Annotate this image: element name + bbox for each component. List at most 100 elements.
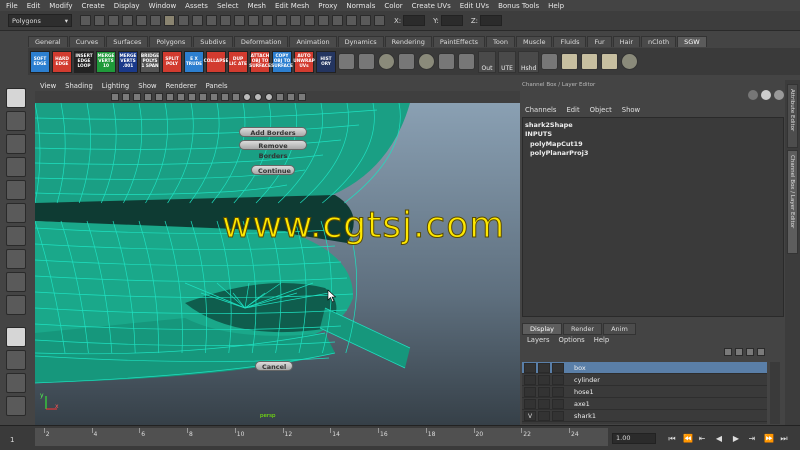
viewport-menu-show[interactable]: Show <box>138 82 156 90</box>
shelf-tab-curves[interactable]: Curves <box>68 36 106 47</box>
shelf-tab-general[interactable]: General <box>28 36 68 47</box>
render-settings-icon[interactable] <box>346 15 357 26</box>
shelf-tool-icon[interactable] <box>338 53 355 70</box>
new-scene-icon[interactable] <box>80 15 91 26</box>
go-to-start-icon[interactable]: ⏮ <box>668 434 676 443</box>
layer-list-scrollbar[interactable] <box>770 362 780 424</box>
shelf-button[interactable]: MERGE VERTS .001 <box>118 50 138 73</box>
menu-item-mesh[interactable]: Mesh <box>248 2 266 10</box>
shelf-button[interactable]: COPY OBJ TO SURFACE <box>271 50 293 73</box>
menu-item-window[interactable]: Window <box>149 2 177 10</box>
shelf-tab-animation[interactable]: Animation <box>289 36 337 47</box>
shelf-button[interactable]: AUTO UNWRAP UVs <box>293 50 315 73</box>
shelf-button[interactable]: DUP LIC ATE <box>228 50 248 73</box>
soft-mod-tool-icon[interactable] <box>6 249 26 269</box>
new-layer-from-selection-icon[interactable] <box>746 348 754 356</box>
input-node[interactable]: polyPlanarProj3 <box>530 149 588 157</box>
layer-visibility-toggle[interactable]: V <box>524 410 536 421</box>
move-tool-icon[interactable] <box>6 157 26 177</box>
shelf-tool-icon[interactable] <box>358 53 375 70</box>
menu-item-select[interactable]: Select <box>217 2 239 10</box>
lasso-tool-icon[interactable] <box>6 111 26 131</box>
menu-item-bonus-tools[interactable]: Bonus Tools <box>498 2 539 10</box>
shelf-button[interactable]: INSERT EDGE LOOP <box>74 50 94 73</box>
resolution-gate-icon[interactable] <box>166 93 174 101</box>
render-view-icon[interactable] <box>304 15 315 26</box>
select-by-uv-icon[interactable] <box>206 15 217 26</box>
new-layer-icon[interactable] <box>735 348 743 356</box>
xray-icon[interactable] <box>276 93 284 101</box>
snap-plane-icon[interactable] <box>276 15 287 26</box>
layer-display-type-toggle[interactable] <box>538 410 550 421</box>
shelf-button[interactable]: BRIDGE POLYS 1 SPAN <box>140 50 160 73</box>
attribute-editor-tab[interactable]: Attribute Editor <box>787 84 798 148</box>
isolate-select-icon[interactable] <box>287 93 295 101</box>
channel-menu-object[interactable]: Object <box>590 106 612 114</box>
shelf-tab-dynamics[interactable]: Dynamics <box>337 36 384 47</box>
cancel-button[interactable]: Cancel <box>255 361 293 371</box>
last-tool-icon[interactable] <box>6 295 26 315</box>
x-field[interactable] <box>403 15 426 26</box>
manipulator-tool-icon[interactable] <box>6 226 26 246</box>
input-line-icon[interactable] <box>360 15 371 26</box>
snap-curve-icon[interactable] <box>248 15 259 26</box>
shelf-tool-icon[interactable] <box>418 53 435 70</box>
layer-menu-help[interactable]: Help <box>594 336 610 344</box>
textured-icon[interactable] <box>232 93 240 101</box>
layer-display-type-toggle[interactable] <box>538 398 550 409</box>
single-pane-layout-icon[interactable] <box>6 327 26 347</box>
viewport-menu-shading[interactable]: Shading <box>65 82 93 90</box>
channel-menu-show[interactable]: Show <box>622 106 640 114</box>
input-node[interactable]: polyMapCut19 <box>530 140 583 148</box>
shelf-button[interactable]: MERGE VERTS 10 <box>96 50 116 73</box>
layer-tab-render[interactable]: Render <box>562 323 603 335</box>
shelf-button[interactable]: E X TRUDE <box>184 50 204 73</box>
layer-display-type-toggle[interactable] <box>538 362 550 373</box>
all-lights-icon[interactable] <box>254 93 262 101</box>
delete-layer-icon[interactable] <box>757 348 765 356</box>
menu-item-assets[interactable]: Assets <box>185 2 208 10</box>
shelf-tab-fluids[interactable]: Fluids <box>553 36 587 47</box>
continue-button[interactable]: Continue <box>251 165 295 175</box>
ipr-render-icon[interactable] <box>332 15 343 26</box>
step-back-key-icon[interactable]: ⇤ <box>698 434 706 443</box>
shelf-text-button[interactable]: Out <box>478 50 496 73</box>
shelf-button[interactable]: SOFT EDGE <box>30 50 50 73</box>
panel-option-icon[interactable] <box>748 90 758 100</box>
menu-item-help[interactable]: Help <box>548 2 564 10</box>
shelf-tab-subdivs[interactable]: Subdivs <box>193 36 233 47</box>
open-scene-icon[interactable] <box>94 15 105 26</box>
select-by-face-icon[interactable] <box>192 15 203 26</box>
panel-close-icon[interactable] <box>774 90 784 100</box>
shelf-tab-polygons[interactable]: Polygons <box>149 36 193 47</box>
remove-borders-button[interactable]: Remove Borders <box>239 140 307 160</box>
viewport-menu-renderer[interactable]: Renderer <box>166 82 197 90</box>
shelf-button[interactable]: HARD EDGE <box>52 50 72 73</box>
shadows-icon[interactable] <box>265 93 273 101</box>
paint-select-tool-icon[interactable] <box>6 134 26 154</box>
camera-attributes-icon[interactable] <box>111 93 119 101</box>
layer-visibility-toggle[interactable] <box>524 386 536 397</box>
viewport-menu-view[interactable]: View <box>40 82 56 90</box>
step-back-icon[interactable]: ⏪ <box>683 434 693 443</box>
menu-item-create-uvs[interactable]: Create UVs <box>412 2 451 10</box>
current-time-field[interactable]: 1.00 <box>612 433 656 444</box>
lock-selection-icon[interactable] <box>220 15 231 26</box>
viewport-menu-panels[interactable]: Panels <box>206 82 228 90</box>
shelf-tab-painteffects[interactable]: PaintEffects <box>432 36 486 47</box>
scale-tool-icon[interactable] <box>6 203 26 223</box>
shelf-text-button[interactable]: UTE <box>498 50 516 73</box>
shelf-tool-icon[interactable] <box>581 53 599 70</box>
play-forwards-icon[interactable]: ▶ <box>732 434 740 443</box>
play-backwards-icon[interactable]: ◀ <box>715 434 723 443</box>
shelf-tab-sgw[interactable]: SGW <box>677 36 707 47</box>
layer-tab-display[interactable]: Display <box>522 323 562 335</box>
viewport-menu-lighting[interactable]: Lighting <box>102 82 129 90</box>
layer-tab-anim[interactable]: Anim <box>603 323 636 335</box>
save-scene-icon[interactable] <box>108 15 119 26</box>
shelf-tool-icon[interactable] <box>458 53 475 70</box>
layer-row[interactable]: box <box>522 362 767 374</box>
wireframe-icon[interactable] <box>199 93 207 101</box>
grid-icon[interactable] <box>144 93 152 101</box>
menu-item-normals[interactable]: Normals <box>346 2 375 10</box>
